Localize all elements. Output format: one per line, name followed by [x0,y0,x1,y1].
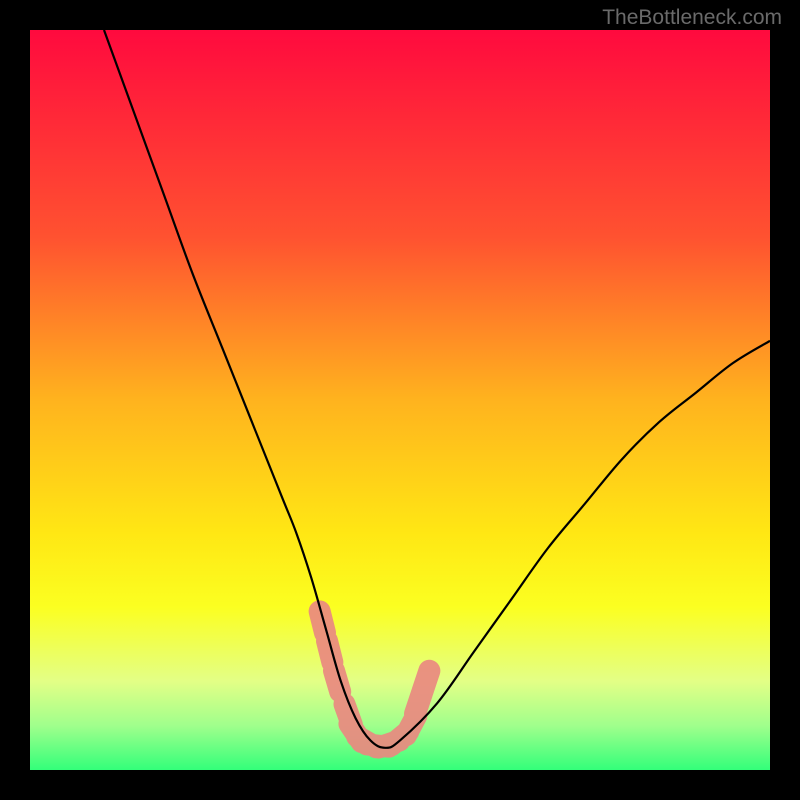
watermark-text: TheBottleneck.com [602,6,782,30]
highlight-markers [320,611,430,747]
bottleneck-curve [104,30,770,748]
plot-area [30,30,770,770]
curve-layer [30,30,770,770]
